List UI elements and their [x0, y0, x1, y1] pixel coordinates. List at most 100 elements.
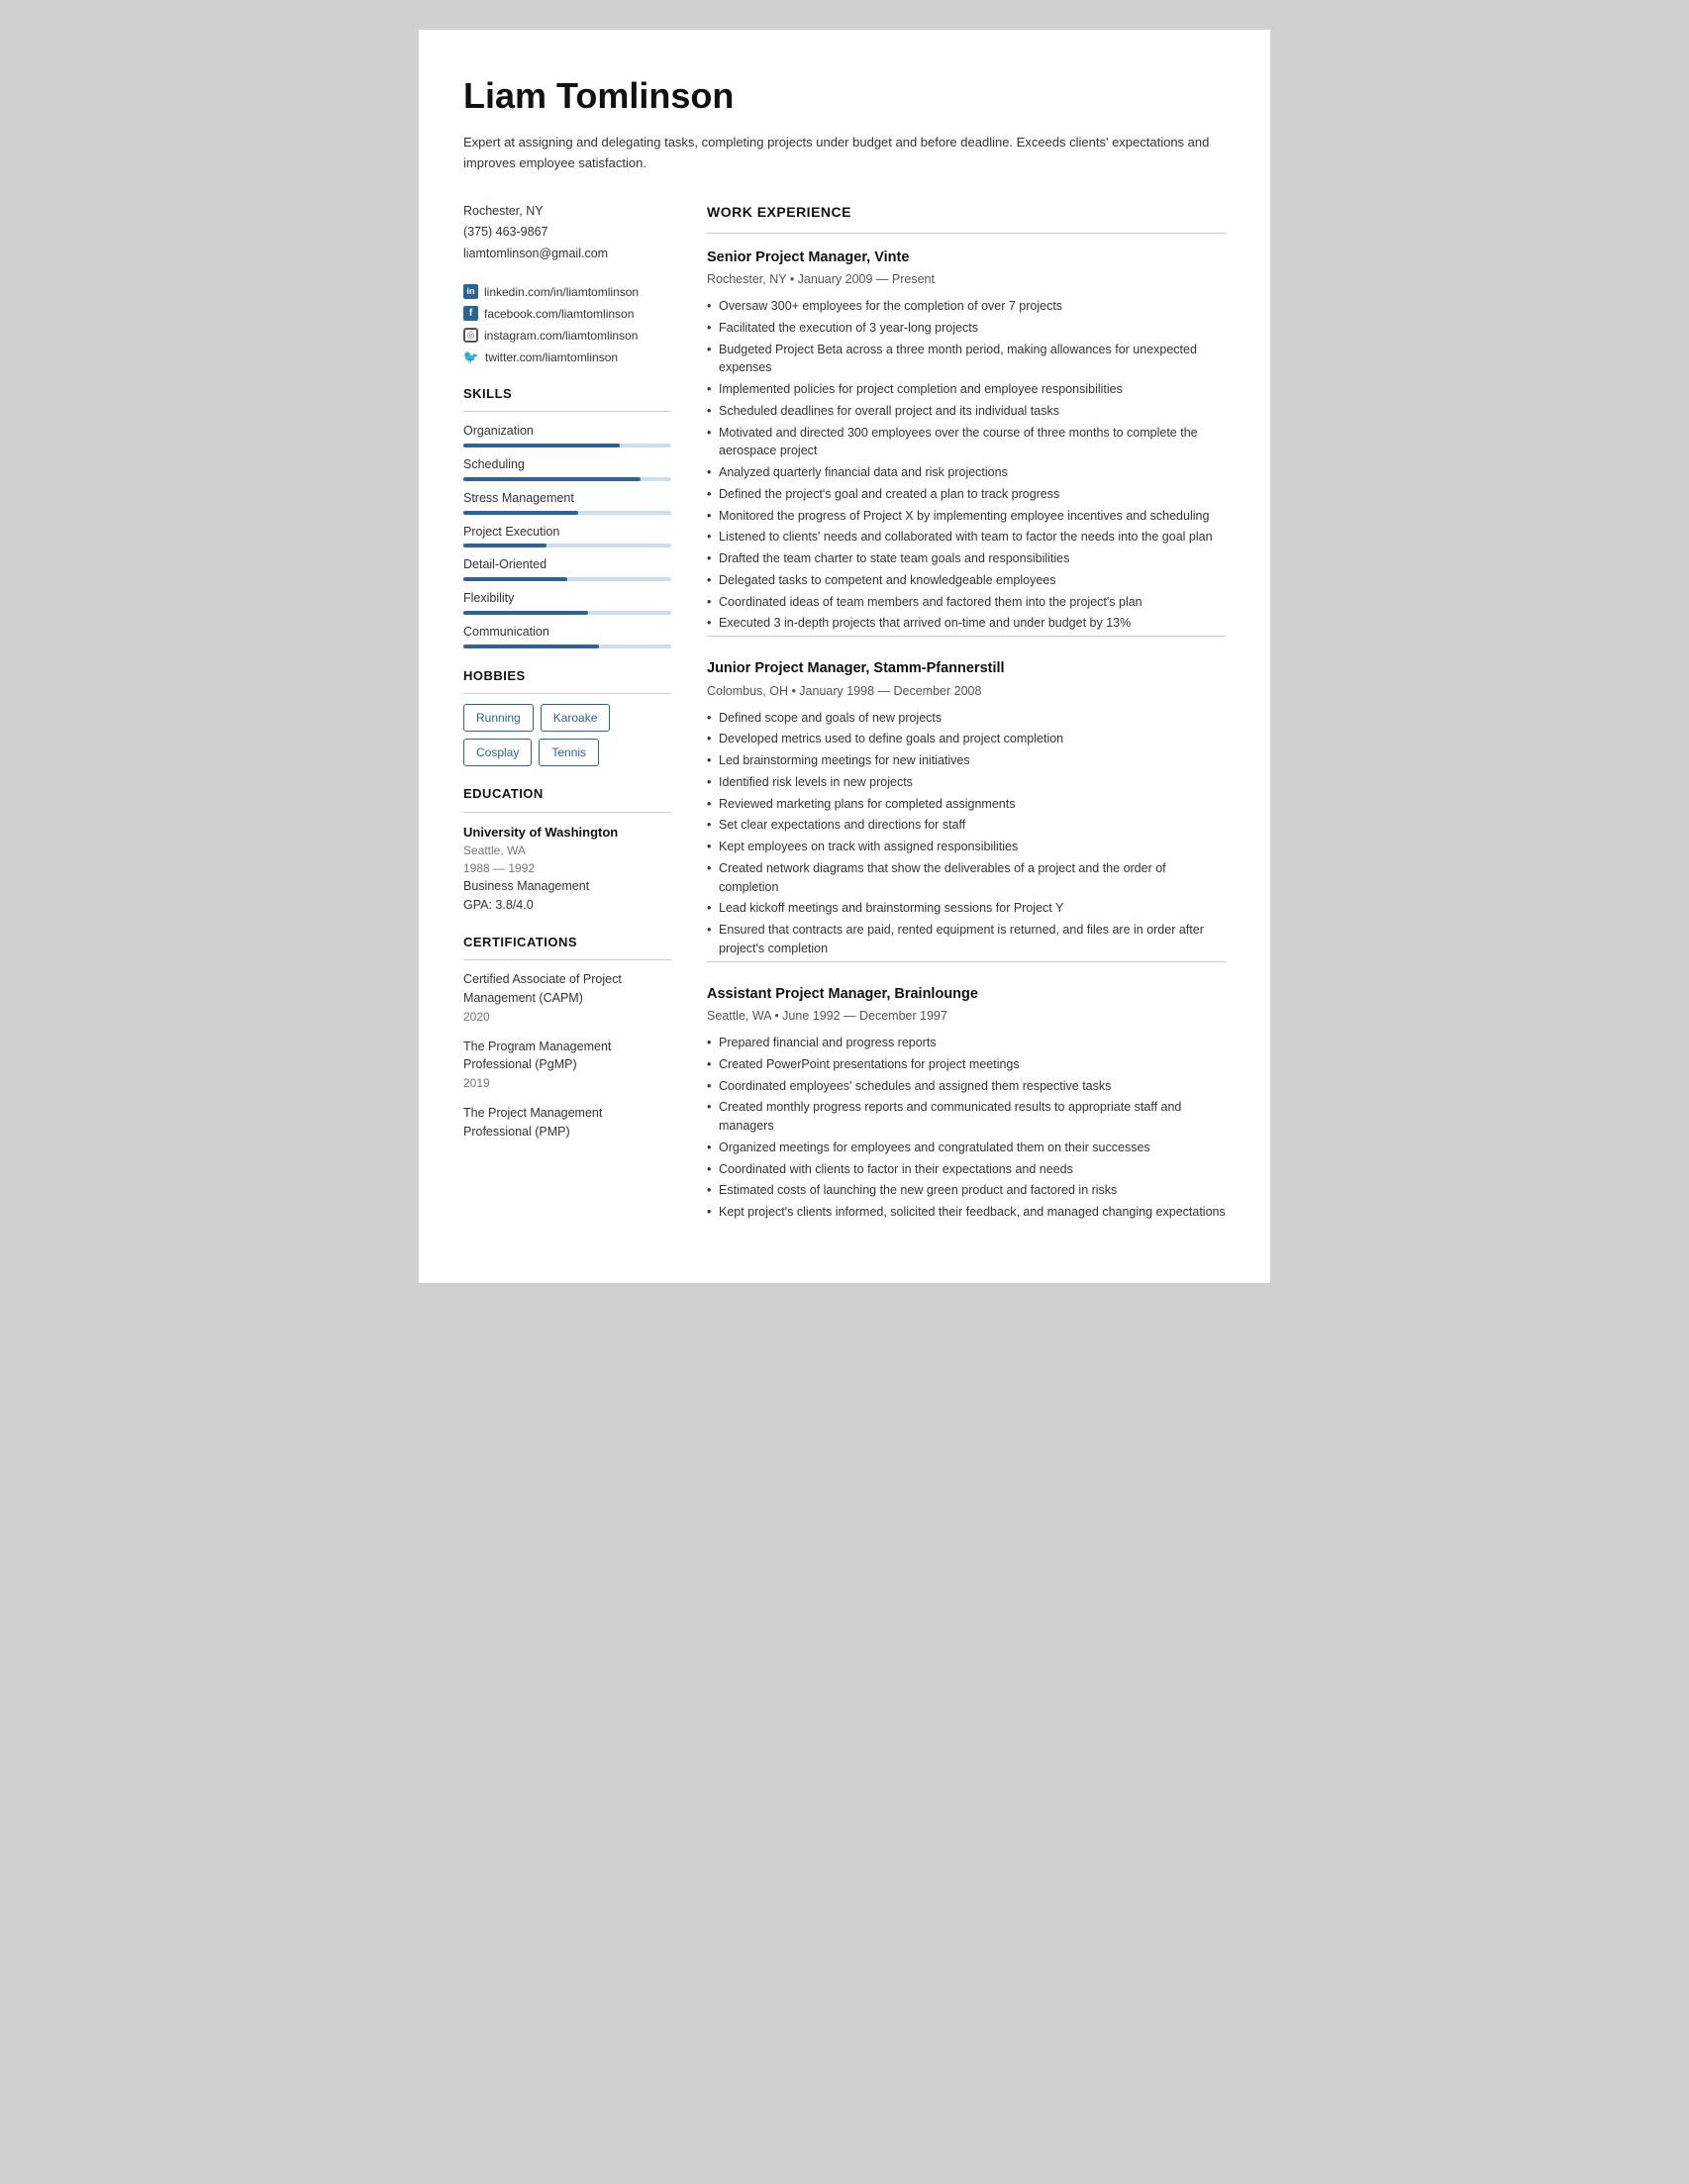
job-bullet: Analyzed quarterly financial data and ri…	[707, 463, 1226, 482]
job-bullet: Scheduled deadlines for overall project …	[707, 402, 1226, 421]
job-bullet: Identified risk levels in new projects	[707, 773, 1226, 792]
skill-name: Scheduling	[463, 455, 671, 474]
skill-bar-background	[463, 577, 671, 581]
job-bullet: Ensured that contracts are paid, rented …	[707, 921, 1226, 958]
cert-year: 2019	[463, 1074, 671, 1092]
job-bullet: Created network diagrams that show the d…	[707, 859, 1226, 897]
skill-bar-fill	[463, 477, 641, 481]
instagram-item: ◎ instagram.com/liamtomlinson	[463, 327, 671, 345]
skills-list: Organization Scheduling Stress Managemen…	[463, 422, 671, 647]
skill-bar-fill	[463, 611, 588, 615]
right-column: WORK EXPERIENCE Senior Project Manager, …	[707, 202, 1226, 1243]
skill-item: Scheduling	[463, 455, 671, 481]
contact-location: Rochester, NY	[463, 202, 671, 221]
job-bullet: Set clear expectations and directions fo…	[707, 816, 1226, 835]
job-bullet: Created PowerPoint presentations for pro…	[707, 1055, 1226, 1074]
job-bullet: Lead kickoff meetings and brainstorming …	[707, 899, 1226, 918]
contact-email: liamtomlinson@gmail.com	[463, 245, 671, 263]
job-bullet: Organized meetings for employees and con…	[707, 1139, 1226, 1157]
job-entry: Senior Project Manager, Vinte Rochester,…	[707, 248, 1226, 638]
cert-name: The Program Management Professional (PgM…	[463, 1038, 671, 1075]
hobby-tag: Cosplay	[463, 739, 532, 766]
skills-divider	[463, 411, 671, 412]
twitter-url: twitter.com/liamtomlinson	[485, 348, 618, 366]
certification-entry: Certified Associate of Project Managemen…	[463, 970, 671, 1026]
job-bullet: Prepared financial and progress reports	[707, 1034, 1226, 1052]
job-bullets: Defined scope and goals of new projectsD…	[707, 709, 1226, 958]
edu-school: University of Washington	[463, 823, 671, 843]
skill-item: Communication	[463, 623, 671, 648]
job-bullet: Motivated and directed 300 employees ove…	[707, 424, 1226, 461]
job-bullet: Executed 3 in-depth projects that arrive…	[707, 614, 1226, 633]
candidate-summary: Expert at assigning and delegating tasks…	[463, 133, 1226, 174]
job-title: Assistant Project Manager, Brainlounge	[707, 984, 1226, 1006]
instagram-url: instagram.com/liamtomlinson	[484, 327, 638, 345]
social-links: in linkedin.com/in/liamtomlinson f faceb…	[463, 283, 671, 366]
hobbies-section-title: HOBBIES	[463, 666, 671, 686]
twitter-icon: 🐦	[463, 349, 479, 365]
cert-name: Certified Associate of Project Managemen…	[463, 970, 671, 1008]
skill-name: Stress Management	[463, 489, 671, 508]
skill-item: Stress Management	[463, 489, 671, 515]
job-bullet: Delegated tasks to competent and knowled…	[707, 571, 1226, 590]
skill-bar-fill	[463, 511, 578, 515]
hobbies-grid: RunningKaroakeCosplayTennis	[463, 704, 671, 766]
job-bullet: Facilitated the execution of 3 year-long…	[707, 319, 1226, 338]
linkedin-url: linkedin.com/in/liamtomlinson	[484, 283, 639, 301]
hobbies-divider	[463, 693, 671, 694]
hobby-tag: Karoake	[541, 704, 611, 732]
linkedin-icon: in	[463, 284, 478, 299]
skill-bar-fill	[463, 645, 599, 648]
job-entry: Junior Project Manager, Stamm-Pfannersti…	[707, 658, 1226, 962]
job-bullet: Drafted the team charter to state team g…	[707, 549, 1226, 568]
twitter-item: 🐦 twitter.com/liamtomlinson	[463, 348, 671, 366]
job-bullet: Kept project's clients informed, solicit…	[707, 1203, 1226, 1222]
edu-year: 1988 — 1992	[463, 859, 671, 877]
job-bullet: Coordinated with clients to factor in th…	[707, 1160, 1226, 1179]
skill-name: Detail-Oriented	[463, 555, 671, 574]
job-divider	[707, 961, 1226, 962]
skill-item: Flexibility	[463, 589, 671, 615]
skill-item: Detail-Oriented	[463, 555, 671, 581]
job-bullet: Defined scope and goals of new projects	[707, 709, 1226, 728]
job-bullet: Led brainstorming meetings for new initi…	[707, 751, 1226, 770]
resume-container: Liam Tomlinson Expert at assigning and d…	[419, 30, 1270, 1283]
job-meta: Colombus, OH • January 1998 — December 2…	[707, 682, 1226, 701]
contact-phone: (375) 463-9867	[463, 223, 671, 242]
skill-name: Communication	[463, 623, 671, 642]
skill-bar-fill	[463, 577, 567, 581]
left-column: Rochester, NY (375) 463-9867 liamtomlins…	[463, 202, 671, 1243]
edu-location: Seattle, WA	[463, 842, 671, 859]
job-bullet: Budgeted Project Beta across a three mon…	[707, 341, 1226, 378]
job-bullet: Coordinated ideas of team members and fa…	[707, 593, 1226, 612]
skill-bar-background	[463, 645, 671, 648]
skill-bar-fill	[463, 544, 546, 547]
certification-entry: The Project Management Professional (PMP…	[463, 1104, 671, 1142]
job-bullet: Monitored the progress of Project X by i…	[707, 507, 1226, 526]
job-bullet: Defined the project's goal and created a…	[707, 485, 1226, 504]
job-bullet: Estimated costs of launching the new gre…	[707, 1181, 1226, 1200]
job-entry: Assistant Project Manager, Brainlounge S…	[707, 984, 1226, 1222]
jobs-list: Senior Project Manager, Vinte Rochester,…	[707, 248, 1226, 1222]
job-bullet: Implemented policies for project complet…	[707, 380, 1226, 399]
job-bullet: Oversaw 300+ employees for the completio…	[707, 297, 1226, 316]
skill-bar-background	[463, 477, 671, 481]
candidate-name: Liam Tomlinson	[463, 69, 1226, 123]
skill-item: Organization	[463, 422, 671, 447]
skill-bar-background	[463, 511, 671, 515]
cert-year: 2020	[463, 1008, 671, 1026]
skill-name: Project Execution	[463, 523, 671, 542]
facebook-url: facebook.com/liamtomlinson	[484, 305, 634, 323]
certification-entry: The Program Management Professional (PgM…	[463, 1038, 671, 1093]
skill-item: Project Execution	[463, 523, 671, 548]
job-title: Junior Project Manager, Stamm-Pfannersti…	[707, 658, 1226, 680]
edu-field: Business Management	[463, 877, 671, 896]
certifications-list: Certified Associate of Project Managemen…	[463, 970, 671, 1142]
job-bullets: Oversaw 300+ employees for the completio…	[707, 297, 1226, 633]
certifications-divider	[463, 959, 671, 960]
job-title: Senior Project Manager, Vinte	[707, 248, 1226, 269]
job-meta: Seattle, WA • June 1992 — December 1997	[707, 1007, 1226, 1026]
main-layout: Rochester, NY (375) 463-9867 liamtomlins…	[463, 202, 1226, 1243]
job-bullet: Created monthly progress reports and com…	[707, 1098, 1226, 1136]
edu-gpa: GPA: 3.8/4.0	[463, 896, 671, 915]
